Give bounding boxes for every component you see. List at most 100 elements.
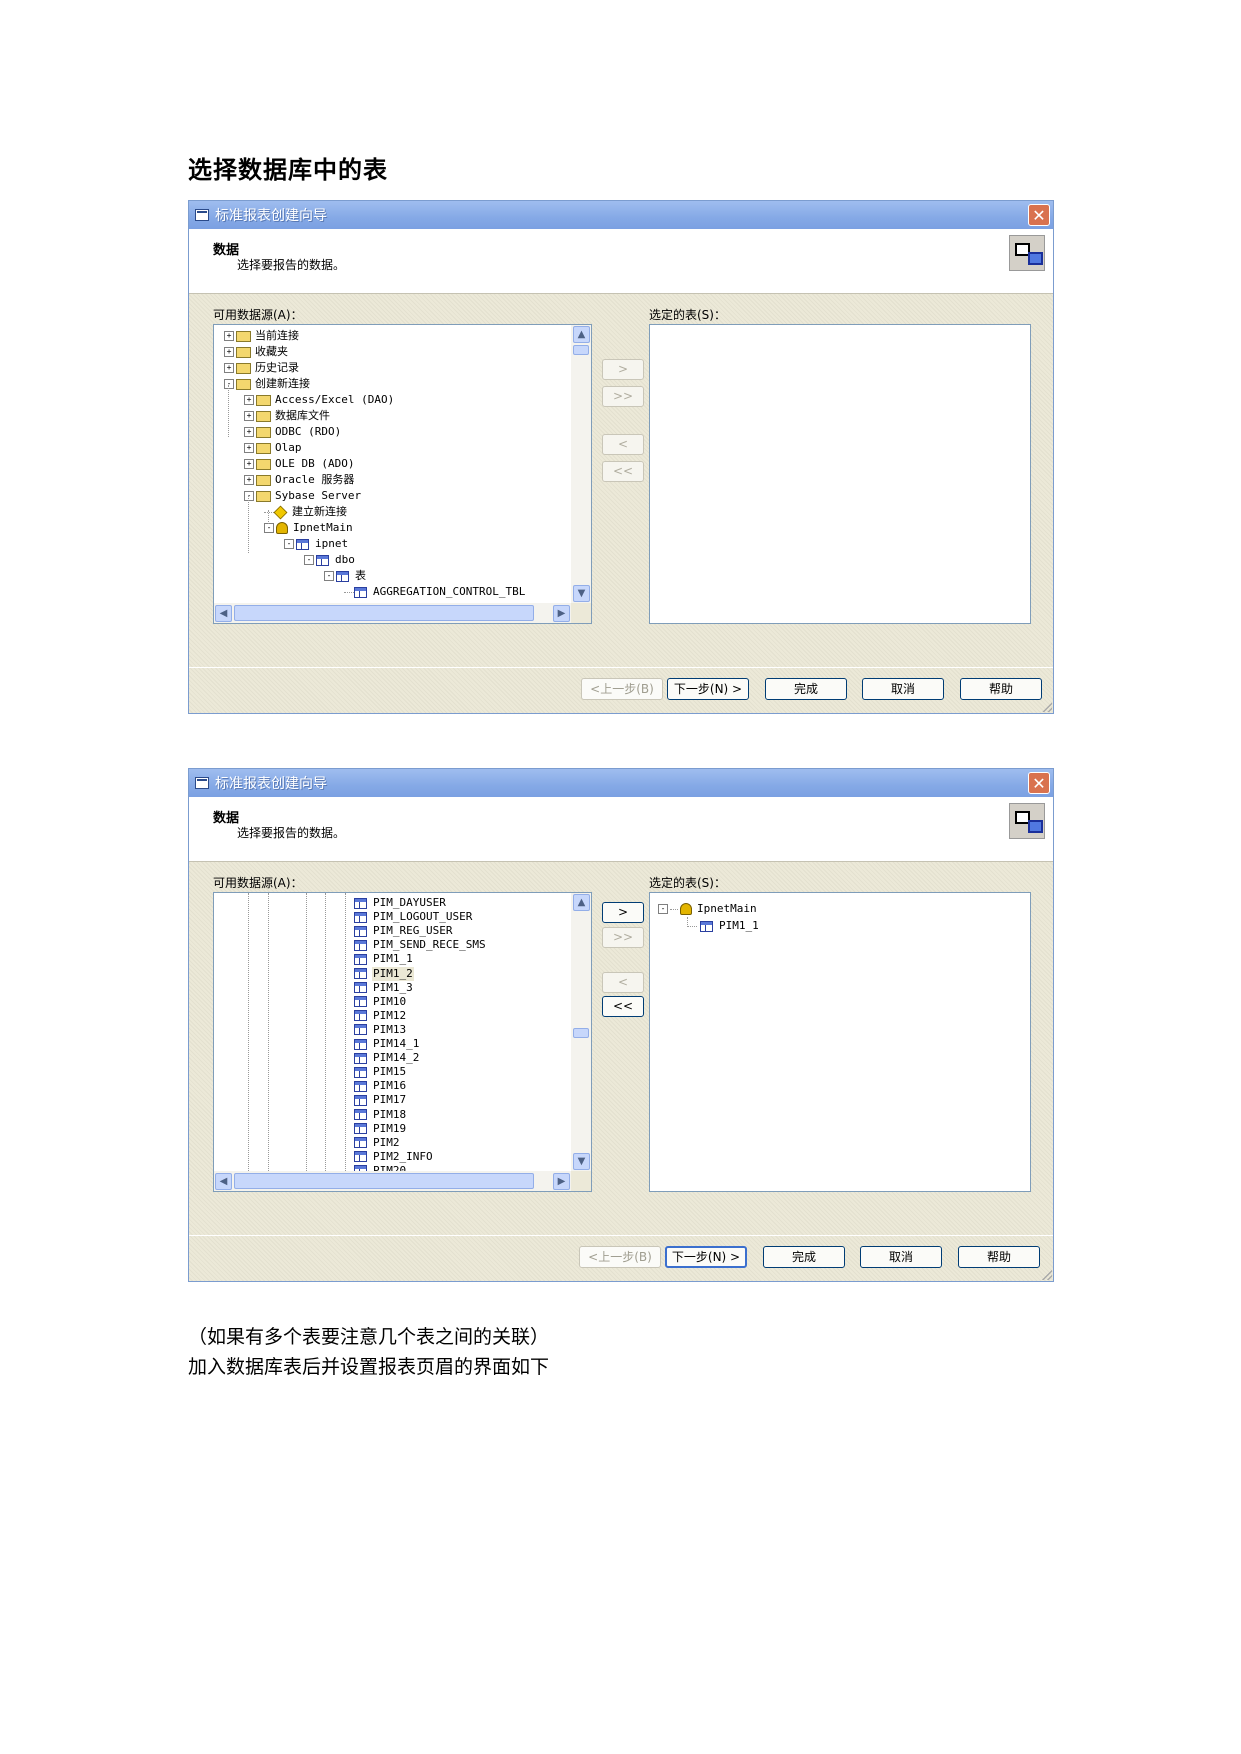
help-button[interactable]: 帮助 — [958, 1246, 1040, 1268]
tree-node[interactable]: PIM14_2 — [354, 1051, 420, 1065]
close-button[interactable]: ✕ — [1028, 772, 1050, 794]
tree-node[interactable]: PIM1_3 — [354, 981, 414, 995]
tree-node[interactable]: PIM_LOGOUT_USER — [354, 910, 473, 924]
expand-icon[interactable]: + — [244, 459, 254, 469]
tree-node[interactable]: 建立新连接 — [264, 504, 348, 520]
add-all-tables-button[interactable]: >> — [602, 927, 644, 948]
tree-node[interactable]: -表 — [324, 568, 367, 584]
tree-node[interactable]: + ODBC (RDO) — [244, 424, 342, 440]
tree-node[interactable]: PIM16 — [354, 1079, 407, 1093]
tree-node[interactable]: PIM1_2 — [354, 966, 414, 981]
collapse-icon[interactable]: - — [224, 379, 234, 389]
tree-node[interactable]: PIM2_INFO — [354, 1150, 434, 1164]
tree-node[interactable]: PIM15 — [354, 1065, 407, 1079]
remove-table-button[interactable]: < — [602, 972, 644, 993]
scroll-thumb-horizontal[interactable] — [234, 605, 534, 621]
tree-node[interactable]: + 历史记录 — [224, 360, 300, 376]
close-button[interactable]: ✕ — [1028, 204, 1050, 226]
tree-node[interactable]: - ipnet — [284, 536, 349, 552]
expand-icon[interactable]: + — [244, 395, 254, 405]
next-button[interactable]: 下一步(N) > — [667, 678, 749, 700]
remove-table-button[interactable]: < — [602, 434, 644, 455]
tree-node[interactable]: PIM17 — [354, 1093, 407, 1107]
tree-node[interactable]: + Olap — [244, 440, 303, 456]
tree-node[interactable]: PIM10 — [354, 995, 407, 1009]
vertical-scrollbar[interactable]: ▲ ▼ — [571, 893, 591, 1171]
available-sources-tree[interactable]: + 当前连接 + 收藏夹 + 历史记录 - 创建新连接 + Access/Excel (DAO) +… — [213, 324, 592, 624]
collapse-icon[interactable]: - — [304, 555, 314, 565]
scroll-left-icon[interactable]: ◀ — [215, 1173, 232, 1190]
scroll-up-icon[interactable]: ▲ — [573, 894, 590, 911]
scroll-up-icon[interactable]: ▲ — [573, 326, 590, 343]
remove-all-tables-button[interactable]: << — [602, 461, 644, 482]
tree-node[interactable]: + OLE DB (ADO) — [244, 456, 355, 472]
tree-node[interactable]: PIM14_1 — [354, 1037, 420, 1051]
expand-icon[interactable]: + — [244, 475, 254, 485]
tree-node[interactable]: PIM13 — [354, 1023, 407, 1037]
selected-root-label: IpnetMain — [697, 902, 757, 915]
tree-node[interactable]: - IpnetMain — [264, 520, 354, 536]
collapse-icon[interactable]: - — [284, 539, 294, 549]
scroll-right-icon[interactable]: ▶ — [553, 605, 570, 622]
tree-node[interactable]: PIM1_1 — [354, 952, 414, 966]
scroll-left-icon[interactable]: ◀ — [215, 605, 232, 622]
expand-icon[interactable]: + — [244, 443, 254, 453]
expand-icon[interactable]: + — [244, 411, 254, 421]
tree-node[interactable]: AGGREGATION_CONTROL_TBL — [344, 584, 526, 600]
scroll-right-icon[interactable]: ▶ — [553, 1173, 570, 1190]
resize-grip[interactable] — [1042, 1270, 1052, 1280]
tree-node[interactable]: PIM_SEND_RECE_SMS — [354, 938, 487, 952]
back-button[interactable]: <上一步(B) — [579, 1246, 661, 1268]
scroll-thumb[interactable] — [573, 345, 589, 355]
tree-node[interactable]: PIM_REG_USER — [354, 924, 453, 938]
resize-grip[interactable] — [1042, 702, 1052, 712]
tree-node-label: PIM20 — [373, 1163, 407, 1171]
horizontal-scrollbar[interactable]: ◀ ▶ — [214, 603, 571, 623]
selected-root-node[interactable]: - IpnetMain — [658, 901, 758, 917]
selected-tables-list[interactable] — [649, 324, 1031, 624]
finish-button[interactable]: 完成 — [765, 678, 847, 700]
expand-icon[interactable]: + — [224, 347, 234, 357]
next-button[interactable]: 下一步(N) > — [665, 1246, 747, 1268]
tree-content: + 当前连接 + 收藏夹 + 历史记录 - 创建新连接 + Access/Excel (DAO) +… — [214, 325, 571, 603]
tree-node[interactable]: + Oracle 服务器 — [244, 472, 355, 488]
tree-node[interactable]: PIM20 — [354, 1164, 407, 1171]
finish-button[interactable]: 完成 — [763, 1246, 845, 1268]
remove-all-tables-button[interactable]: << — [602, 996, 644, 1017]
cancel-button[interactable]: 取消 — [860, 1246, 942, 1268]
horizontal-scrollbar[interactable]: ◀ ▶ — [214, 1171, 571, 1191]
tree-node[interactable]: PIM12 — [354, 1009, 407, 1023]
vertical-scrollbar[interactable]: ▲ ▼ — [571, 325, 591, 603]
tree-node[interactable]: - dbo — [304, 552, 356, 568]
help-button[interactable]: 帮助 — [960, 678, 1042, 700]
tree-node[interactable]: PIM18 — [354, 1108, 407, 1122]
add-all-tables-button[interactable]: >> — [602, 386, 644, 407]
scroll-down-icon[interactable]: ▼ — [573, 1153, 590, 1170]
scroll-thumb[interactable] — [573, 1028, 589, 1038]
tree-node[interactable]: + 当前连接 — [224, 328, 300, 344]
scroll-down-icon[interactable]: ▼ — [573, 585, 590, 602]
tree-node[interactable]: PIM2 — [354, 1136, 401, 1150]
selected-table-node[interactable]: PIM1_1 — [700, 918, 760, 934]
cancel-button[interactable]: 取消 — [862, 678, 944, 700]
collapse-icon[interactable]: - — [264, 523, 274, 533]
tree-node[interactable]: + 数据库文件 — [244, 408, 331, 424]
add-table-button[interactable]: > — [602, 902, 644, 923]
selected-tables-list[interactable]: - IpnetMain PIM1_1 — [649, 892, 1031, 1192]
expand-icon[interactable]: + — [224, 363, 234, 373]
add-table-button[interactable]: > — [602, 359, 644, 380]
tree-node[interactable]: - Sybase Server — [244, 488, 362, 504]
expand-icon[interactable]: + — [224, 331, 234, 341]
scroll-thumb-horizontal[interactable] — [234, 1173, 534, 1189]
tree-node[interactable]: PIM19 — [354, 1122, 407, 1136]
back-button[interactable]: <上一步(B) — [581, 678, 663, 700]
tree-node[interactable]: - 创建新连接 — [224, 376, 311, 392]
tree-node[interactable]: + Access/Excel (DAO) — [244, 392, 395, 408]
available-sources-tree[interactable]: PIM_DAYUSER PIM_LOGOUT_USER PIM_REG_USER PI… — [213, 892, 592, 1192]
collapse-icon[interactable]: - — [658, 904, 668, 914]
expand-icon[interactable]: + — [244, 427, 254, 437]
tree-node[interactable]: + 收藏夹 — [224, 344, 289, 360]
collapse-icon[interactable]: - — [244, 491, 254, 501]
collapse-icon[interactable]: - — [324, 571, 334, 581]
tree-node[interactable]: PIM_DAYUSER — [354, 896, 447, 910]
